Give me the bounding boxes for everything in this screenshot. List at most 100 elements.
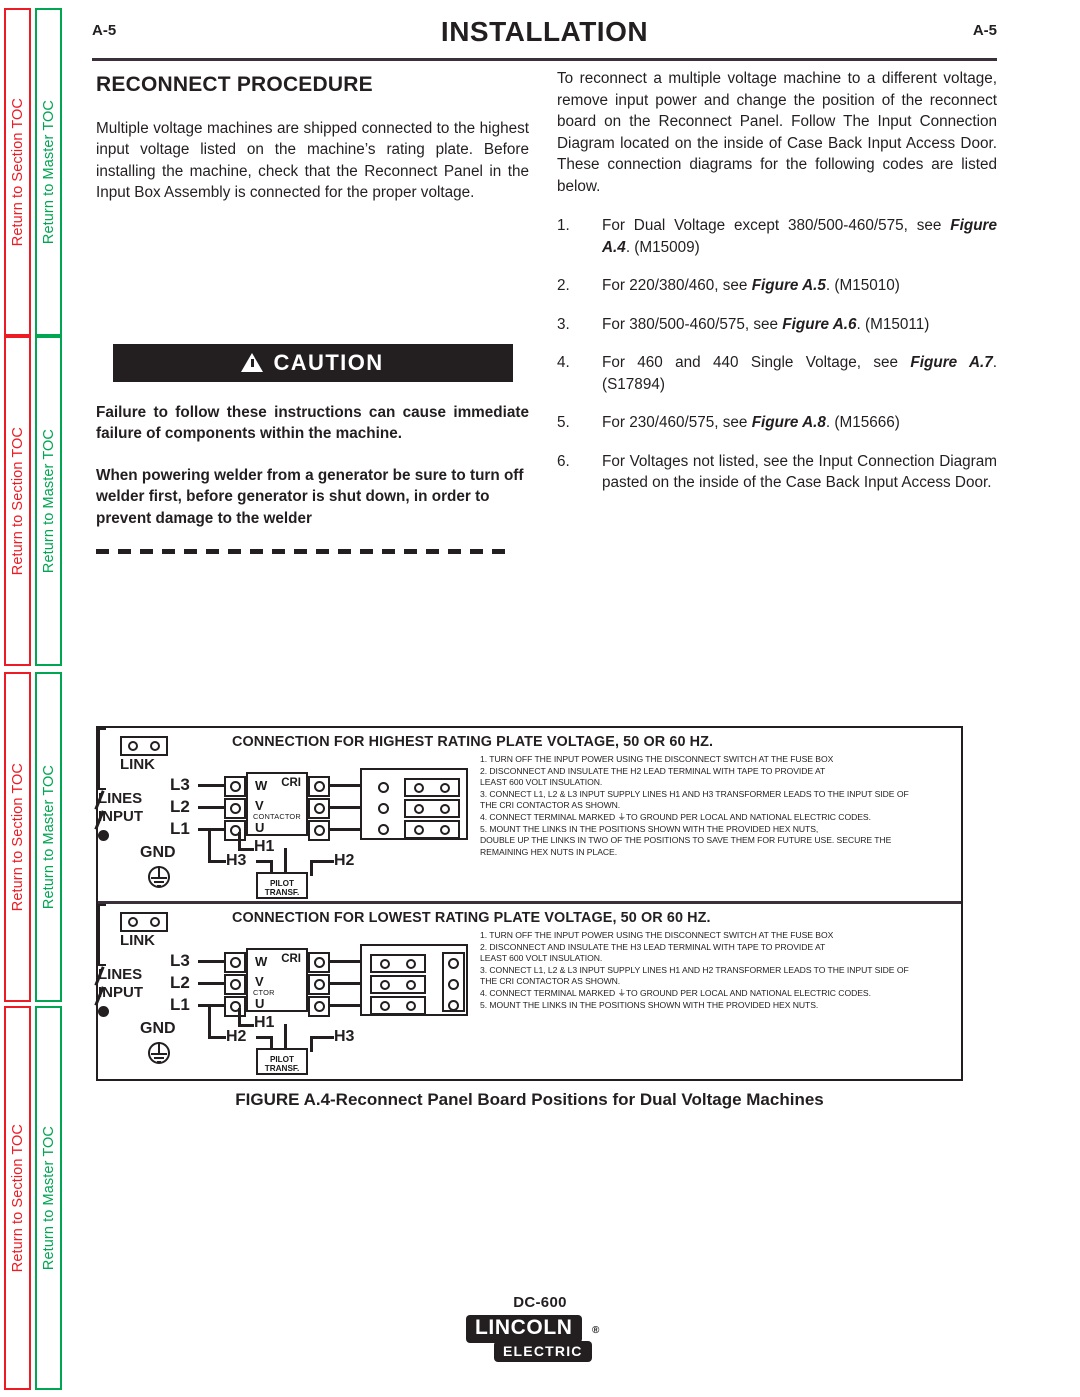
sidebar-item-section-toc-label: Return to Section TOC: [9, 97, 26, 247]
output-wire-1: [330, 784, 362, 787]
sidebar-item-section-toc-2[interactable]: Return to Section TOC: [4, 672, 31, 1002]
link-chip: [120, 912, 168, 932]
input-label: INPUT: [98, 984, 143, 1001]
figure-reference[interactable]: Figure A.6: [782, 316, 856, 333]
board-link-bar: [404, 778, 460, 797]
line-wire-l2: [198, 982, 226, 985]
lead-right-terminal-dot: [98, 1006, 109, 1017]
output-wire-3: [330, 1004, 362, 1007]
link-chip-hole: [128, 917, 138, 927]
list-number: 6.: [557, 452, 570, 470]
contactor-phase-u: U: [255, 996, 265, 1011]
caution-banner: CAUTION: [112, 343, 513, 382]
link-label: LINK: [120, 756, 155, 773]
sidebar-item-section-toc-0[interactable]: Return to Section TOC: [4, 8, 31, 336]
diagram-highest-voltage: CONNECTION FOR HIGHEST RATING PLATE VOLT…: [94, 728, 962, 901]
line-wire-l1: [198, 828, 226, 831]
caution-label: CAUTION: [273, 349, 384, 375]
logo-lincoln-text: LINCOLN: [466, 1315, 582, 1343]
sidebar-item-master-toc-label: Return to Master TOC: [40, 1125, 57, 1271]
output-wire-2: [330, 982, 362, 985]
input-terminal-2: [224, 974, 246, 995]
sidebar-section-toc-rail[interactable]: Return to Section TOC Return to Section T…: [4, 0, 31, 1397]
diagram-lowest-voltage: CONNECTION FOR LOWEST RATING PLATE VOLTA…: [94, 901, 961, 1076]
board-link-hole: [440, 824, 450, 835]
terminal-hole: [313, 979, 325, 990]
contactor-name-label: CRI: [281, 777, 301, 789]
lead-mid-run: [238, 848, 254, 851]
board-stud: [378, 782, 389, 793]
lead-right-terminal-dot: [98, 830, 109, 841]
left-text-column: RECONNECT PROCEDURE Multiple voltage mac…: [96, 68, 529, 554]
section-heading: RECONNECT PROCEDURE: [96, 73, 373, 96]
link-chip-hole: [150, 917, 160, 927]
logo-electric-text: ELECTRIC: [494, 1341, 592, 1362]
instruction-line-6: 4. CONNECT TERMINAL MARKED ⏚TO GROUND PE…: [480, 987, 871, 998]
instruction-line-7: 5. MOUNT THE LINKS IN THE POSITIONS SHOW…: [480, 999, 819, 1010]
gnd-label: GND: [140, 844, 176, 861]
ground-symbol-icon: [146, 864, 172, 890]
right-text-column: To reconnect a multiple voltage machine …: [557, 68, 997, 511]
lead-mid-run: [238, 1024, 254, 1027]
lead-mid-label: H1: [254, 838, 275, 855]
instruction-line-8: DOUBLE UP THE LINKS IN TWO OF THE POSITI…: [480, 835, 892, 846]
link-label: LINK: [120, 932, 155, 949]
output-wire-2: [330, 806, 362, 809]
lead-left-riser: [208, 1006, 211, 1038]
diagram-title: CONNECTION FOR HIGHEST RATING PLATE VOLT…: [232, 734, 714, 750]
output-terminal-1: [308, 952, 330, 973]
lead-right-drop: [310, 860, 313, 876]
code-reference-item-4: 4. For 460 and 440 Single Voltage, see Fi…: [557, 354, 997, 393]
board-link-bar: [404, 820, 460, 839]
board-link-bar: [370, 975, 426, 994]
lead-left-run: [208, 1036, 226, 1039]
instruction-line-4: 3. CONNECT L1, L2 & L3 INPUT SUPPLY LINE…: [480, 788, 909, 799]
sidebar-item-master-toc-0[interactable]: Return to Master TOC: [35, 8, 62, 336]
board-link-hole: [406, 958, 416, 969]
page-title: INSTALLATION: [440, 16, 649, 47]
contactor-name-label: CRI: [281, 953, 301, 965]
figure-reference[interactable]: Figure A.5: [752, 277, 826, 294]
instruction-line-1: 1. TURN OFF THE INPUT POWER USING THE DI…: [480, 930, 834, 940]
line-label-l3: L3: [170, 775, 190, 794]
diagram-instructions: 1. TURN OFF THE INPUT POWER USING THE DI…: [480, 754, 962, 858]
board-link-hole: [406, 1000, 416, 1011]
pilot-transformer: PILOT TRANSF.: [256, 1048, 308, 1075]
contactor-phase-v: V: [255, 974, 264, 989]
board-link-hole: [380, 979, 390, 990]
model-number: DC-600: [513, 1294, 567, 1311]
link-chip-hole: [150, 741, 160, 751]
lead-left-run: [208, 860, 226, 863]
instruction-line-5: THE CRI CONTACTOR AS SHOWN.: [480, 800, 621, 811]
code-reference-list: 1. For Dual Voltage except 380/500-460/57…: [557, 215, 997, 494]
contactor-phase-u: U: [255, 820, 265, 835]
input-label: INPUT: [98, 808, 143, 825]
board-link-hole: [440, 803, 450, 814]
figure-a4-box: CONNECTION FOR HIGHEST RATING PLATE VOLT…: [94, 726, 963, 1081]
terminal-hole: [313, 803, 325, 814]
figure-reference[interactable]: Figure A.8: [752, 414, 826, 431]
board-link-hole: [380, 1000, 390, 1011]
board-link-hole: [440, 782, 450, 793]
sidebar-item-master-toc-1[interactable]: Return to Master TOC: [35, 336, 62, 666]
link-chip: [120, 736, 168, 756]
sidebar-item-master-toc-2[interactable]: Return to Master TOC: [35, 672, 62, 1002]
sidebar-item-section-toc-label: Return to Section TOC: [9, 762, 26, 912]
figure-caption: FIGURE A.4-Reconnect Panel Board Positio…: [235, 1090, 824, 1109]
pilot-label-line1: PILOT: [269, 1055, 295, 1064]
diagram-title: CONNECTION FOR LOWEST RATING PLATE VOLTA…: [232, 910, 711, 926]
output-wire-3: [330, 828, 362, 831]
instruction-line-2: 2. DISCONNECT AND INSULATE THE H2 LEAD T…: [480, 765, 826, 776]
sidebar-master-toc-rail[interactable]: Return to Master TOC Return to Master TOC…: [35, 0, 62, 1397]
figure-reference[interactable]: Figure A.7: [910, 354, 992, 371]
terminal-hole: [313, 1001, 325, 1012]
instruction-line-4: 3. CONNECT L1, L2 & L3 INPUT SUPPLY LINE…: [480, 964, 909, 975]
caution-text: Failure to follow these instructions can…: [96, 402, 529, 530]
output-wire-1: [330, 960, 362, 963]
reconnect-intro-paragraph: To reconnect a multiple voltage machine …: [557, 70, 997, 195]
sidebar-item-section-toc-1[interactable]: Return to Section TOC: [4, 336, 31, 666]
reconnect-board: [360, 944, 468, 1016]
list-number: 1.: [557, 217, 570, 234]
lines-brace: [98, 904, 106, 966]
figure-reference[interactable]: Figure A.4: [602, 217, 997, 256]
